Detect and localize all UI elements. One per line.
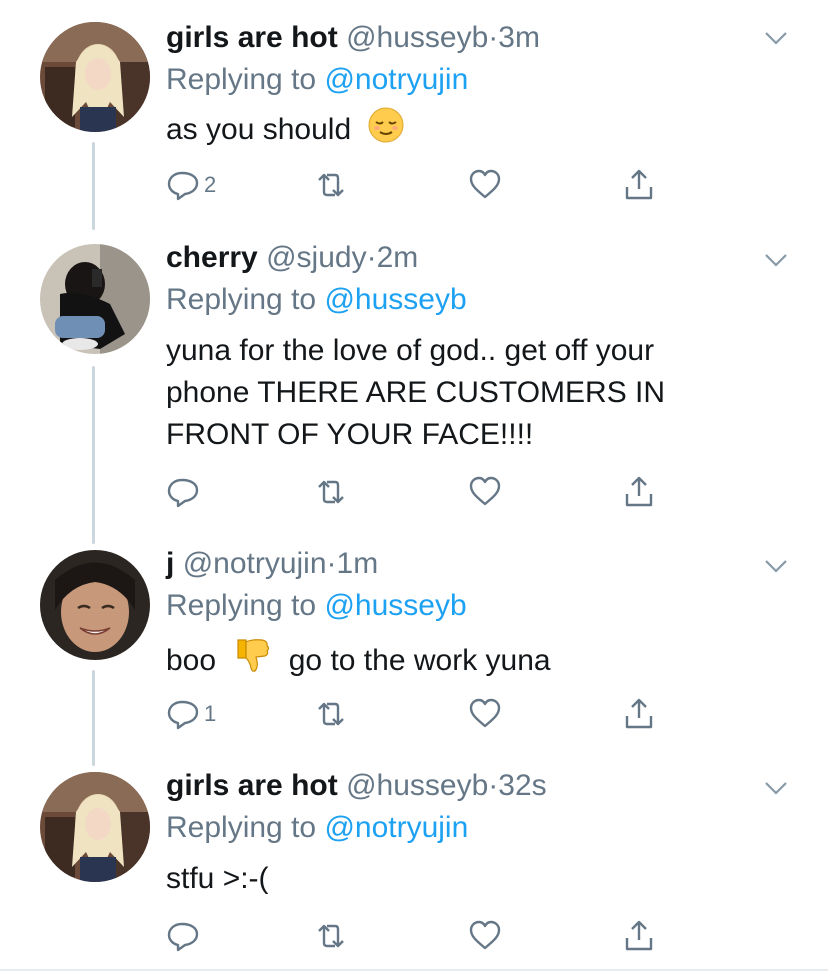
- reply-icon: [166, 475, 200, 509]
- separator: ·: [488, 769, 499, 802]
- handle[interactable]: @husseyb: [346, 769, 488, 802]
- tweet-text: stfu >:-(: [166, 858, 768, 900]
- display-name[interactable]: cherry: [166, 241, 258, 274]
- mention-link[interactable]: @husseyb: [324, 283, 466, 316]
- separator: ·: [326, 547, 337, 580]
- like-button[interactable]: [468, 916, 502, 956]
- like-button[interactable]: [468, 472, 502, 512]
- tweet[interactable]: cherry @sjudy·2m Replying to @husseyb yu…: [0, 230, 828, 540]
- retweet-icon: [314, 919, 348, 953]
- tweet-actions: 1: [166, 694, 686, 734]
- retweet-button[interactable]: [314, 165, 348, 205]
- timestamp[interactable]: 2m: [377, 241, 419, 274]
- chevron-down-icon[interactable]: [764, 558, 788, 574]
- share-button[interactable]: [622, 916, 656, 956]
- avatar[interactable]: [40, 550, 150, 660]
- replying-to: Replying to @husseyb: [166, 280, 768, 320]
- tweet-text-line: yuna for the love of god.. get off your: [166, 334, 655, 367]
- tweet-text-content: boo: [166, 643, 217, 677]
- tweet-header: cherry @sjudy·2m: [166, 240, 768, 276]
- tweet-header: girls are hot @husseyb·3m: [166, 20, 768, 56]
- display-name[interactable]: girls are hot: [166, 769, 338, 802]
- heart-icon: [468, 697, 502, 731]
- chevron-down-icon[interactable]: [764, 30, 788, 46]
- display-name[interactable]: j: [166, 547, 174, 580]
- timestamp[interactable]: 32s: [498, 769, 546, 802]
- tweet-text-content: stfu >:-(: [166, 862, 269, 895]
- tweet-actions: [166, 916, 686, 956]
- relieved-face-emoji: [367, 106, 405, 156]
- reply-button[interactable]: [166, 916, 200, 956]
- handle[interactable]: @husseyb: [346, 21, 488, 54]
- tweet-text-line: FRONT OF YOUR FACE!!!!: [166, 418, 534, 451]
- separator: ·: [366, 241, 377, 274]
- share-icon: [622, 168, 656, 202]
- replying-to-label: Replying to: [166, 811, 317, 844]
- reply-icon: [166, 697, 200, 731]
- retweet-icon: [314, 697, 348, 731]
- tweet-actions: [166, 472, 686, 512]
- replying-to-label: Replying to: [166, 283, 317, 316]
- share-button[interactable]: [622, 472, 656, 512]
- retweet-icon: [314, 168, 348, 202]
- tweet-text-content: as you should: [166, 112, 352, 146]
- retweet-button[interactable]: [314, 472, 348, 512]
- reply-button[interactable]: 1: [166, 694, 216, 734]
- separator: ·: [488, 21, 499, 54]
- share-button[interactable]: [622, 165, 656, 205]
- tweet-actions: 2: [166, 165, 686, 205]
- handle[interactable]: @notryujin: [183, 547, 327, 580]
- replying-to-label: Replying to: [166, 589, 317, 622]
- mention-link[interactable]: @notryujin: [324, 811, 468, 844]
- timestamp[interactable]: 1m: [337, 547, 379, 580]
- tweet-text: as you should: [166, 106, 768, 156]
- tweet-header: j @notryujin·1m: [166, 546, 768, 582]
- retweet-button[interactable]: [314, 694, 348, 734]
- retweet-button[interactable]: [314, 916, 348, 956]
- reply-count: 2: [204, 172, 217, 197]
- tweet-text-line: phone THERE ARE CUSTOMERS IN: [166, 376, 666, 409]
- timestamp[interactable]: 3m: [498, 21, 540, 54]
- replying-to: Replying to @husseyb: [166, 586, 768, 626]
- reply-icon: [166, 168, 200, 202]
- thumbs-down-emoji: [232, 636, 272, 688]
- chevron-down-icon[interactable]: [764, 780, 788, 796]
- mention-link[interactable]: @notryujin: [324, 63, 468, 96]
- tweet[interactable]: girls are hot @husseyb·32s Replying to @…: [0, 762, 828, 971]
- tweet-text: yuna for the love of god.. get off your …: [166, 330, 768, 456]
- tweet-header: girls are hot @husseyb·32s: [166, 768, 768, 804]
- avatar[interactable]: [40, 22, 150, 132]
- heart-icon: [468, 919, 502, 953]
- heart-icon: [468, 475, 502, 509]
- mention-link[interactable]: @husseyb: [324, 589, 466, 622]
- like-button[interactable]: [468, 165, 502, 205]
- reply-icon: [166, 919, 200, 953]
- share-icon: [622, 697, 656, 731]
- tweet[interactable]: j @notryujin·1m Replying to @husseyb boo…: [0, 540, 828, 762]
- avatar[interactable]: [40, 244, 150, 354]
- tweet-text-content: go to the work yuna: [288, 643, 551, 677]
- retweet-icon: [314, 475, 348, 509]
- share-icon: [622, 475, 656, 509]
- heart-icon: [468, 168, 502, 202]
- reply-button[interactable]: [166, 472, 200, 512]
- reply-count: 1: [204, 701, 217, 726]
- replying-to: Replying to @notryujin: [166, 808, 768, 848]
- handle[interactable]: @sjudy: [266, 241, 367, 274]
- display-name[interactable]: girls are hot: [166, 21, 338, 54]
- replying-to: Replying to @notryujin: [166, 60, 768, 100]
- like-button[interactable]: [468, 694, 502, 734]
- share-icon: [622, 919, 656, 953]
- replying-to-label: Replying to: [166, 63, 317, 96]
- reply-button[interactable]: 2: [166, 165, 216, 205]
- tweet[interactable]: girls are hot @husseyb·3m Replying to @n…: [0, 0, 828, 230]
- tweet-text: boo go to the work yuna: [166, 636, 768, 688]
- avatar[interactable]: [40, 772, 150, 882]
- chevron-down-icon[interactable]: [764, 252, 788, 268]
- share-button[interactable]: [622, 694, 656, 734]
